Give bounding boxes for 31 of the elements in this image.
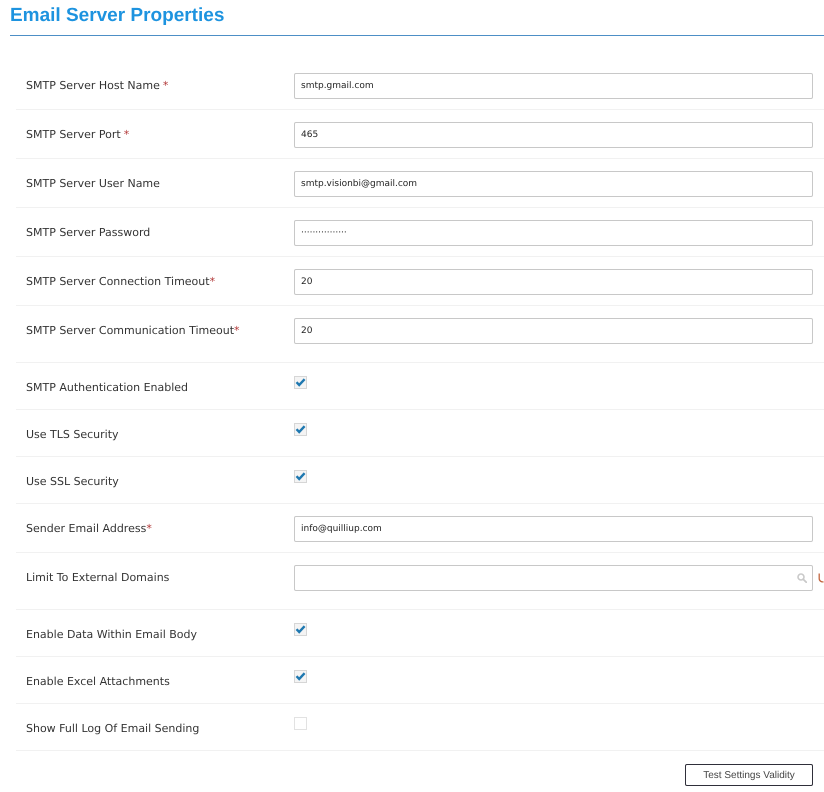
field-label: Enable Data Within Email Body [25,628,198,642]
search-field[interactable] [294,565,813,591]
arc-icon [818,573,824,583]
checkbox[interactable] [294,670,307,683]
checkbox[interactable] [294,623,307,636]
field-label: SMTP Server User Name [25,177,160,191]
field-label: Use TLS Security [25,428,119,442]
input-field[interactable]: 465 [294,122,813,148]
input-field[interactable]: info@quilliup.com [294,516,813,542]
checkbox[interactable] [294,470,307,483]
checkbox[interactable] [294,376,307,389]
test-settings-button[interactable]: Test Settings Validity [685,764,813,786]
field-label: Limit To External Domains [25,571,170,585]
field-label: SMTP Server Connection Timeout* [25,275,216,289]
checkbox[interactable] [294,423,307,436]
field-label: Sender Email Address* [25,522,152,536]
input-field[interactable]: 20 [294,318,813,344]
input-field[interactable]: 20 [294,269,813,295]
input-field[interactable]: smtp.visionbi@gmail.com [294,171,813,197]
checkbox[interactable] [294,717,307,730]
field-label: SMTP Server Password [25,226,150,240]
field-label: SMTP Server Port * [25,128,130,142]
field-label: Enable Excel Attachments [25,675,170,689]
field-label: SMTP Authentication Enabled [25,381,188,395]
field-label: SMTP Server Communication Timeout* [25,324,240,338]
input-field[interactable]: smtp.gmail.com [294,73,813,99]
field-label: Use SSL Security [25,475,119,489]
field-label: Show Full Log Of Email Sending [25,722,200,736]
field-label: SMTP Server Host Name * [25,79,168,93]
input-field[interactable]: ················ [294,220,813,246]
page-title: Email Server Properties [10,4,226,28]
